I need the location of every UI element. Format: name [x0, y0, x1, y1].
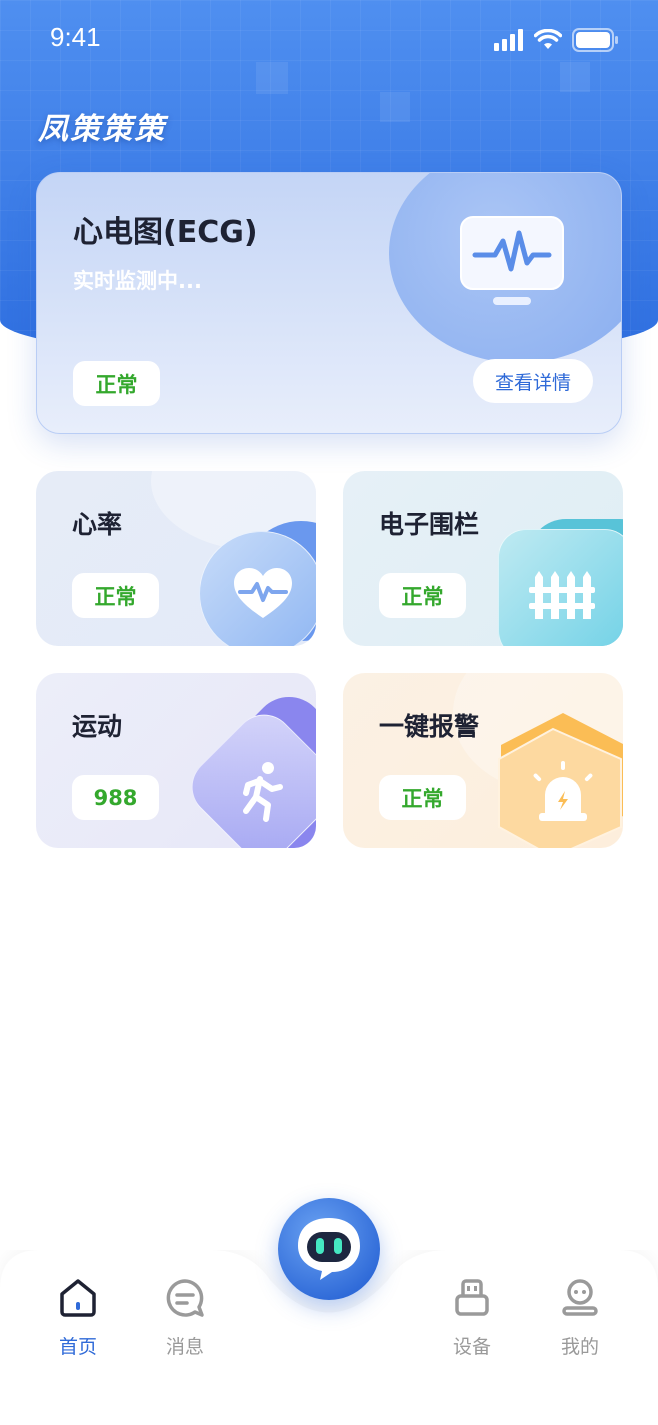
robot-icon — [298, 1218, 360, 1280]
alarm-status-badge: 正常 — [379, 775, 466, 820]
heart-rate-status-badge: 正常 — [72, 573, 159, 618]
status-bar: 9:41 — [0, 0, 658, 80]
heart-rate-card[interactable]: 心率 正常 — [36, 471, 316, 646]
nav-mine[interactable]: 我的 — [540, 1278, 620, 1359]
ecg-status-badge: 正常 — [73, 361, 160, 406]
profile-icon — [562, 1279, 598, 1316]
alarm-card[interactable]: 一键报警 正常 — [343, 673, 623, 848]
assistant-button[interactable] — [278, 1198, 380, 1300]
home-icon — [60, 1279, 96, 1317]
sport-steps-badge: 988 — [72, 775, 159, 820]
ecg-card[interactable]: 心电图(ECG) 实时监测中... 正常 查看详情 — [36, 172, 622, 434]
view-details-button[interactable]: 查看详情 — [473, 359, 593, 403]
signal-icon — [494, 29, 523, 51]
status-icons — [494, 28, 618, 52]
battery-icon — [572, 28, 618, 52]
nav-devices-label: 设备 — [452, 1336, 491, 1358]
nav-messages-label: 消息 — [165, 1336, 204, 1358]
wifi-icon — [534, 29, 562, 49]
running-icon — [243, 762, 283, 822]
status-time: 9:41 — [50, 22, 101, 52]
nav-home-label: 首页 — [58, 1336, 97, 1358]
message-icon — [166, 1279, 204, 1317]
app-logo: 凤策策策 — [38, 112, 166, 147]
heart-rate-title: 心率 — [72, 510, 123, 539]
nav-messages[interactable]: 消息 — [145, 1278, 225, 1359]
sport-title: 运动 — [72, 712, 123, 741]
alarm-siren-icon — [533, 761, 593, 821]
ecg-title: 心电图(ECG) — [73, 215, 258, 250]
nav-home[interactable]: 首页 — [38, 1278, 118, 1359]
fence-icon — [529, 571, 595, 619]
nav-devices[interactable]: 设备 — [432, 1278, 512, 1359]
device-icon — [455, 1279, 489, 1316]
fence-status-badge: 正常 — [379, 573, 466, 618]
ecg-subtitle: 实时监测中... — [73, 269, 202, 293]
decor-square — [380, 92, 410, 122]
heart-pulse-icon — [234, 568, 292, 618]
ecg-monitor-icon — [460, 216, 564, 305]
alarm-title: 一键报警 — [379, 712, 480, 741]
fence-title: 电子围栏 — [379, 510, 480, 539]
fence-card[interactable]: 电子围栏 正常 — [343, 471, 623, 646]
nav-mine-label: 我的 — [560, 1336, 599, 1358]
sport-card[interactable]: 运动 988 — [36, 673, 316, 848]
